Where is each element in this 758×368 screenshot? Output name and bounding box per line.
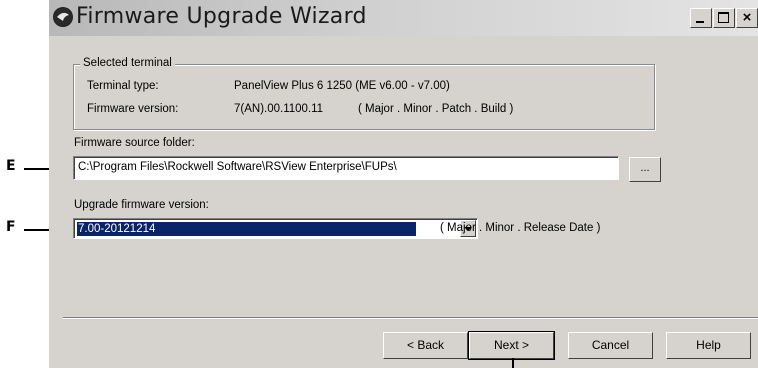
app-icon [53,7,73,27]
firmware-version-format: ( Major . Minor . Patch . Build ) [358,103,514,115]
callout-f-label: F [6,219,16,235]
minimize-button[interactable] [690,8,712,28]
terminal-type-value: PanelView Plus 6 1250 (ME v6.00 - v7.00) [234,80,450,92]
terminal-type-label: Terminal type: [87,80,159,92]
back-button[interactable]: < Back [383,332,468,359]
selected-terminal-legend: Selected terminal [80,57,175,69]
close-button[interactable]: × [736,8,758,28]
upgrade-version-label: Upgrade firmware version: [74,199,209,211]
callout-e-label: E [6,158,16,174]
upgrade-version-select[interactable]: 7.00-20121214 [73,218,478,239]
firmware-version-value: 7(AN).00.1100.11 [234,103,324,115]
maximize-button[interactable] [713,8,735,28]
source-folder-label: Firmware source folder: [74,137,195,149]
firmware-version-label: Firmware version: [87,103,179,115]
source-folder-input[interactable]: C:\Program Files\Rockwell Software\RSVie… [73,156,619,180]
help-button[interactable]: Help [666,332,751,359]
window-title: Firmware Upgrade Wizard [76,4,367,29]
upgrade-version-format: ( Major . Minor . Release Date ) [440,222,601,234]
cancel-button[interactable]: Cancel [568,332,653,359]
window-controls: × [689,8,758,28]
title-bar[interactable]: Firmware Upgrade Wizard × [49,0,758,36]
next-button[interactable]: Next > [468,331,555,360]
firmware-wizard-window: Firmware Upgrade Wizard × Selected termi… [49,0,758,368]
button-separator [63,317,758,319]
next-pointer-line [512,358,514,368]
selected-terminal-group [73,64,655,130]
upgrade-version-selected: 7.00-20121214 [77,222,416,236]
browse-button[interactable]: ... [629,157,661,182]
